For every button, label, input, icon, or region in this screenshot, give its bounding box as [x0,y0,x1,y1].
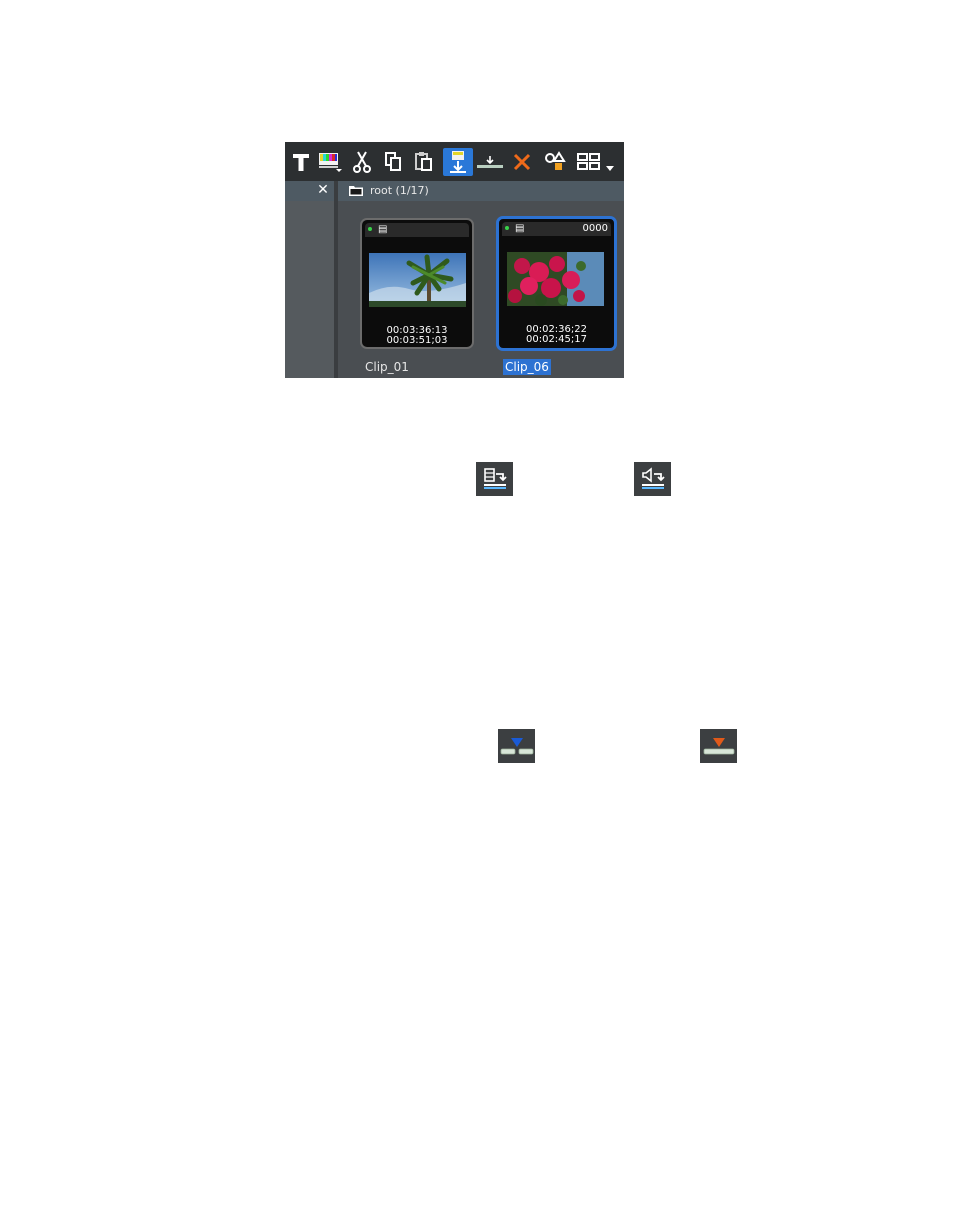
timecode-out: 00:03:51;03 [386,335,448,346]
folder-icon [349,186,363,196]
clip-count: 0000 [582,223,608,234]
palm-tree-thumbnail [369,253,466,307]
flowers-thumbnail [507,252,604,306]
cut-icon[interactable] [347,148,377,176]
audio-to-timeline-icon [634,462,671,496]
clip-name[interactable]: Clip_01 [363,359,411,375]
title-icon[interactable] [286,148,316,176]
clip-header: ▤ [365,223,469,237]
status-dot [368,227,372,231]
add-clip-to-timeline-icon[interactable] [443,148,473,176]
timecode-out: 00:02:45;17 [525,334,587,345]
color-bars-icon[interactable] [315,148,345,176]
film-icon: ▤ [515,223,525,234]
clip-thumbnail [369,253,466,307]
clip-thumbnail [507,252,604,306]
bin-window: ✕ root (1/17) ▤ 00:03:36:13 00:03:51;03 … [285,142,624,378]
insert-to-timeline-icon[interactable] [475,148,505,176]
film-icon: ▤ [378,224,388,235]
view-mode-icon[interactable] [573,148,619,176]
folder-path-label: root (1/17) [370,184,429,197]
clip-name-selected[interactable]: Clip_06 [503,359,551,375]
folder-tree-pane [285,201,334,378]
clip-tile[interactable]: ▤ 00:03:36:13 00:03:51;03 [360,218,474,349]
video-to-timeline-icon [476,462,513,496]
bin-toolbar [285,142,624,181]
clip-tile-selected[interactable]: ▤ 0000 00:02:36;22 00:02:45;17 [496,216,617,351]
clip-view-pane: ▤ 00:03:36:13 00:03:51;03 Clip_01 ▤ 0000… [338,201,624,378]
overwrite-mode-icon [700,729,737,763]
paste-icon[interactable] [409,148,439,176]
insert-mode-icon [498,729,535,763]
shapes-icon[interactable] [540,148,570,176]
status-dot [505,226,509,230]
close-icon[interactable]: ✕ [316,183,330,198]
clip-header: ▤ 0000 [502,222,611,236]
delete-icon[interactable] [507,148,537,176]
copy-icon[interactable] [378,148,408,176]
